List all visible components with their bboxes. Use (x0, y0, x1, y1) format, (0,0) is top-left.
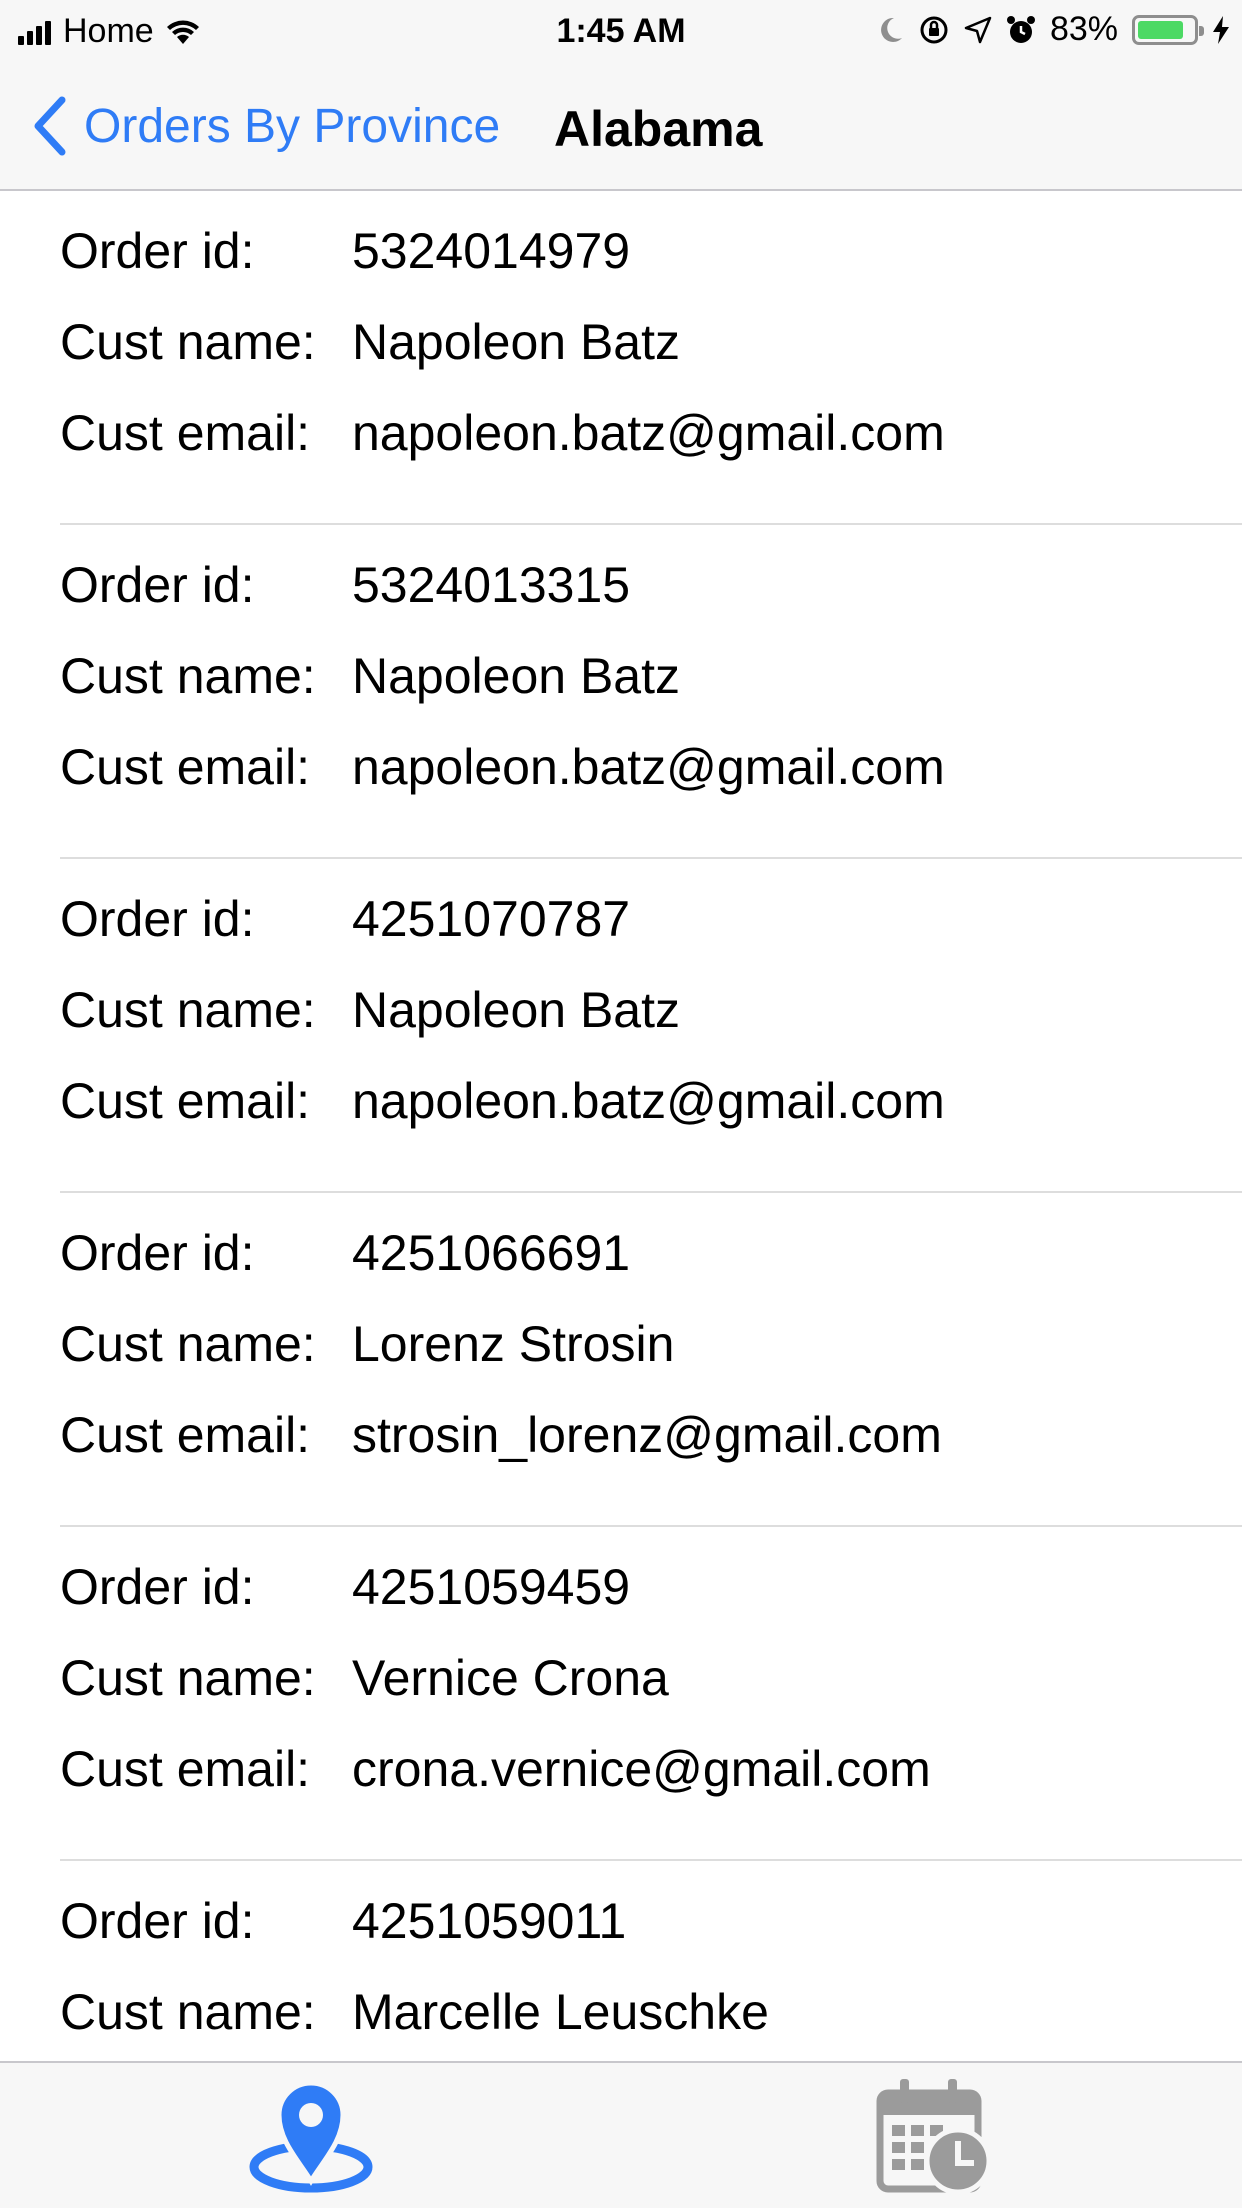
order-id-row: Order id: 4251066691 (60, 1223, 630, 1283)
cust-email-row: Cust email: napoleon.batz@gmail.com (60, 403, 945, 463)
cust-name-row: Cust name: Napoleon Batz (60, 980, 680, 1040)
order-id-value: 4251059011 (352, 1893, 627, 1949)
cust-email-row: Cust email: crona.vernice@gmail.com (60, 1739, 931, 1799)
order-id-value: 5324014979 (352, 223, 631, 279)
order-id-value: 5324013315 (352, 557, 631, 613)
cust-name-row: Cust name: Napoleon Batz (60, 646, 680, 706)
moon-icon (881, 17, 902, 42)
order-id-row: Order id: 4251059011 (60, 1891, 626, 1951)
order-id-label: Order id: (60, 1893, 255, 1949)
cust-email-label: Cust email: (60, 405, 311, 461)
calendar-clock-icon (876, 2078, 991, 2194)
cust-email-value: napoleon.batz@gmail.com (352, 739, 945, 795)
cust-email-row: Cust email: napoleon.batz@gmail.com (60, 1071, 945, 1131)
cust-name-label: Cust name: (60, 314, 316, 370)
order-id-value: 4251066691 (352, 1225, 631, 1281)
navigation-bar: Orders By Province Alabama (0, 60, 1242, 191)
cust-email-value: crona.vernice@gmail.com (352, 1741, 931, 1797)
cust-name-value: Lorenz Strosin (352, 1316, 675, 1372)
order-id-label: Order id: (60, 891, 255, 947)
charging-bolt-icon (1213, 15, 1229, 44)
map-pin-icon (249, 2080, 372, 2192)
rotation-lock-icon (920, 16, 948, 43)
battery-icon (1132, 14, 1204, 45)
cust-name-label: Cust name: (60, 1984, 316, 2040)
back-button[interactable]: Orders By Province (30, 94, 500, 158)
cust-name-row: Cust name: Vernice Crona (60, 1648, 669, 1708)
order-id-label: Order id: (60, 557, 255, 613)
order-id-row: Order id: 4251059459 (60, 1557, 630, 1617)
cust-email-label: Cust email: (60, 739, 311, 795)
tab-orders-by-province[interactable] (0, 2063, 621, 2208)
cust-name-value: Napoleon Batz (352, 648, 681, 704)
order-id-value: 4251059459 (352, 1559, 631, 1615)
battery-percent: 83% (1049, 10, 1118, 48)
order-cell[interactable]: Order id: 5324014979 Cust name: Napoleon B… (0, 191, 1242, 525)
cust-name-label: Cust name: (60, 648, 316, 704)
order-cell[interactable]: Order id: 4251059011 Cust name: Marcelle L… (0, 1861, 1242, 2061)
order-id-value: 4251070787 (352, 891, 631, 947)
cust-name-value: Marcelle Leuschke (352, 1984, 769, 2040)
status-right: 83% (878, 10, 1230, 49)
cust-name-row: Cust name: Lorenz Strosin (60, 1314, 674, 1374)
order-id-label: Order id: (60, 1225, 255, 1281)
status-bar: Home 1:45 AM 83% (0, 0, 1242, 60)
location-arrow-icon (964, 16, 992, 43)
cust-name-value: Vernice Crona (352, 1650, 669, 1706)
order-cell[interactable]: Order id: 4251059459 Cust name: Vernice Cr… (0, 1527, 1242, 1861)
alarm-icon (1006, 15, 1035, 43)
cust-email-value: strosin_lorenz@gmail.com (352, 1407, 942, 1463)
cust-email-row: Cust email: strosin_lorenz@gmail.com (60, 1405, 942, 1465)
back-button-label: Orders By Province (84, 99, 501, 153)
cust-name-row: Cust name: Marcelle Leuschke (60, 1982, 769, 2042)
order-cell[interactable]: Order id: 4251066691 Cust name: Lorenz Str… (0, 1193, 1242, 1527)
cust-email-label: Cust email: (60, 1741, 311, 1797)
order-id-row: Order id: 4251070787 (60, 889, 630, 949)
order-id-row: Order id: 5324014979 (60, 221, 630, 281)
cust-name-value: Napoleon Batz (352, 982, 681, 1038)
order-cell[interactable]: Order id: 4251070787 Cust name: Napoleon B… (0, 859, 1242, 1193)
order-id-label: Order id: (60, 223, 255, 279)
cust-name-label: Cust name: (60, 1650, 316, 1706)
cust-email-row: Cust email: napoleon.batz@gmail.com (60, 737, 945, 797)
orders-list[interactable]: Order id: 5324014979 Cust name: Napoleon B… (0, 191, 1242, 2061)
tab-orders-by-date[interactable] (621, 2063, 1242, 2208)
cust-email-value: napoleon.batz@gmail.com (352, 405, 945, 461)
cust-name-label: Cust name: (60, 1316, 316, 1372)
cust-name-value: Napoleon Batz (352, 314, 681, 370)
tab-bar (0, 2061, 1242, 2208)
cust-email-value: napoleon.batz@gmail.com (352, 1073, 945, 1129)
order-id-label: Order id: (60, 1559, 255, 1615)
battery-fill (1138, 20, 1183, 39)
chevron-left-icon (34, 96, 66, 156)
order-id-row: Order id: 5324013315 (60, 555, 630, 615)
cust-name-row: Cust name: Napoleon Batz (60, 312, 680, 372)
page-title: Alabama (554, 101, 763, 157)
cust-name-label: Cust name: (60, 982, 316, 1038)
order-cell[interactable]: Order id: 5324013315 Cust name: Napoleon B… (0, 525, 1242, 859)
cust-email-label: Cust email: (60, 1073, 311, 1129)
cust-email-label: Cust email: (60, 1407, 311, 1463)
